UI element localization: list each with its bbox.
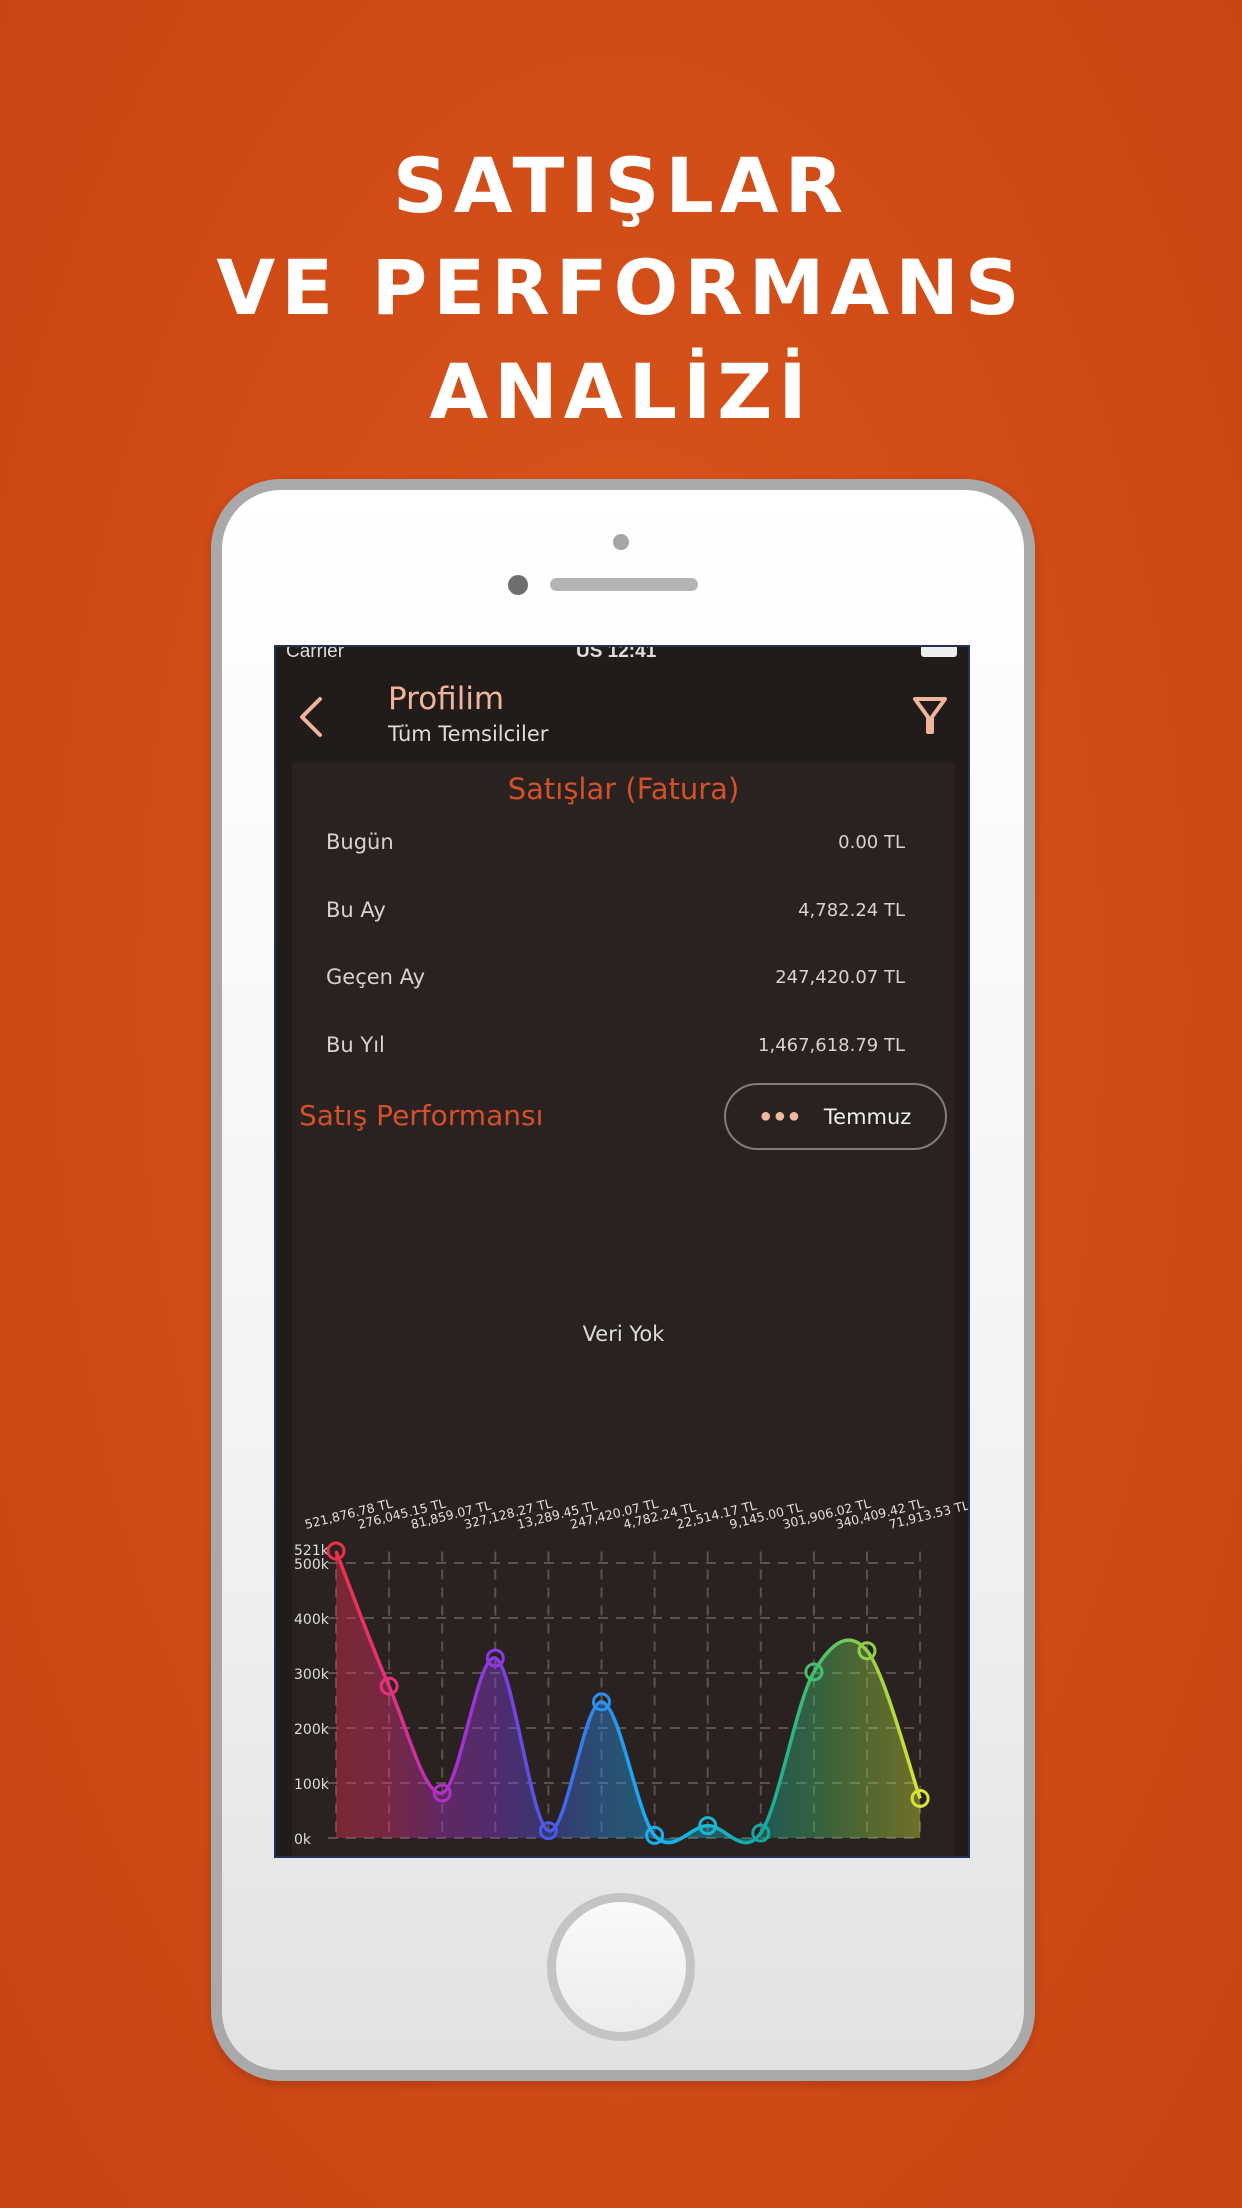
headline-line-1: SATIŞLAR <box>392 141 850 230</box>
y-tick-label: 200k <box>294 1722 330 1738</box>
headline-line-3: ANALİZİ <box>429 347 813 436</box>
y-tick-label: 0k <box>294 1832 312 1848</box>
camera-icon <box>613 534 629 550</box>
y-tick-label: 300k <box>294 1667 330 1683</box>
front-sensor-icon <box>508 575 528 595</box>
y-tick-label: 100k <box>294 1777 330 1793</box>
y-tick-label: 400k <box>294 1612 330 1628</box>
app-screen: Carrier US 12:41 Profilim Tüm Temsilcile… <box>274 645 970 1858</box>
speaker-grille <box>550 578 698 591</box>
y-max-label: 521k <box>294 1543 330 1559</box>
chart-area-fill <box>336 1550 921 1843</box>
sales-chart: 0k100k200k300k400k500k521k521,876.78 TL2… <box>294 1496 968 1848</box>
headline-line-2: VE PERFORMANS <box>216 243 1026 332</box>
y-tick-label: 500k <box>294 1557 330 1573</box>
home-button[interactable] <box>547 1893 695 2041</box>
